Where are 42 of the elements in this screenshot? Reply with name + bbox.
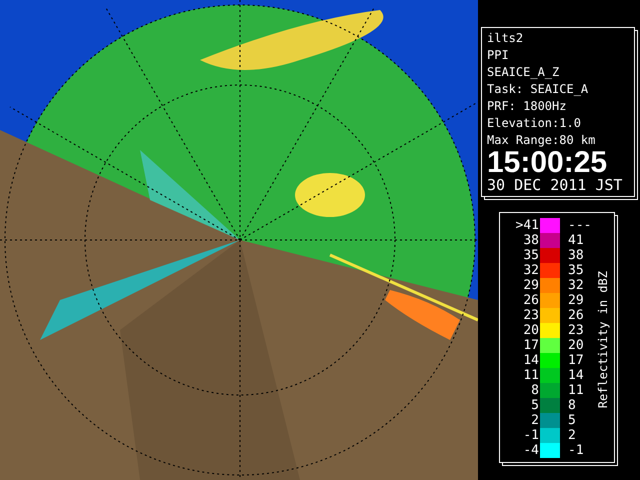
legend-label: 2 (567, 428, 577, 443)
legend-label: 17 (522, 338, 540, 353)
legend-label: 26 (567, 308, 585, 323)
legend-label: 38 (567, 248, 585, 263)
legend-label: 8 (567, 398, 577, 413)
legend-label: 11 (567, 383, 585, 398)
legend-title: Reflectivity in dBZ (596, 271, 610, 409)
time-text: 15:00:25 (487, 149, 608, 176)
legend-label: -4 (522, 443, 540, 458)
legend-label: 35 (522, 248, 540, 263)
legend-label: --- (567, 218, 592, 233)
legend-label: >41 (514, 218, 540, 233)
info-text: Task: SEAICE_A (487, 81, 590, 98)
legend-label: 14 (567, 368, 585, 383)
legend-label: 2 (530, 413, 540, 428)
legend-label: 20 (522, 323, 540, 338)
legend-label: -1 (522, 428, 540, 443)
legend-label: 20 (567, 338, 585, 353)
legend-label: 8 (530, 383, 540, 398)
legend-label: 38 (522, 233, 540, 248)
legend-label: 32 (567, 278, 585, 293)
date-text: 30 DEC 2011 JST (487, 176, 622, 195)
legend-label: -1 (567, 443, 585, 458)
info-text: PPI (487, 47, 510, 64)
legend-label: 17 (567, 353, 585, 368)
legend-label: 41 (567, 233, 585, 248)
legend-label: 5 (567, 413, 577, 428)
legend-label: 32 (522, 263, 540, 278)
legend-label: 23 (567, 323, 585, 338)
info-text: ilts2 (487, 30, 524, 47)
legend-label: 5 (530, 398, 540, 413)
legend-label: 11 (522, 368, 540, 383)
info-text: PRF: 1800Hz (487, 98, 568, 115)
legend-label: 23 (522, 308, 540, 323)
legend-label: 29 (567, 293, 585, 308)
legend-label: 35 (567, 263, 585, 278)
info-text: SEAICE_A_Z (487, 64, 560, 81)
legend-label: 29 (522, 278, 540, 293)
legend-label: 14 (522, 353, 540, 368)
info-text: Max Range:80 km (487, 132, 596, 149)
legend-label: 26 (522, 293, 540, 308)
info-text: Elevation:1.0 (487, 115, 582, 132)
